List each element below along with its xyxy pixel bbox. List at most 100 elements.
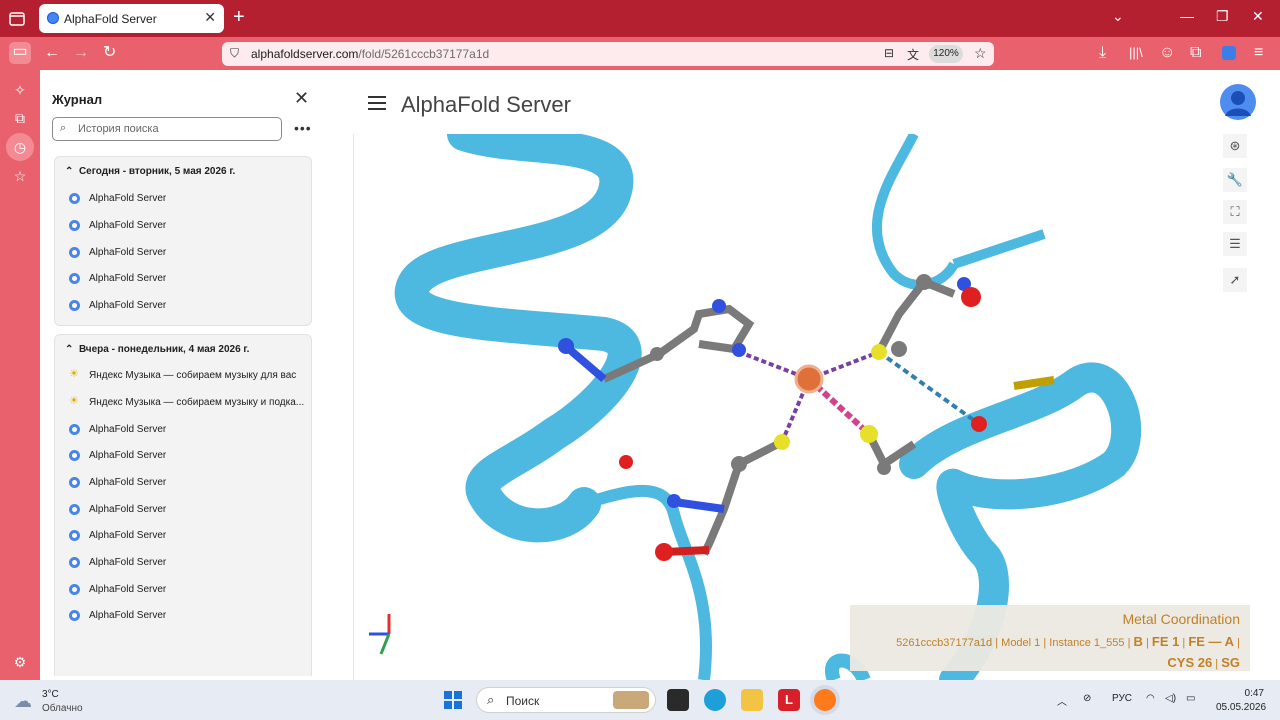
reader-view-icon[interactable]: ⊟ [884,46,894,60]
alphafold-favicon-icon [69,477,80,488]
tray-vpn-icon[interactable]: ⊘ [1083,693,1091,704]
bookmark-star-icon[interactable]: ☆ [974,45,987,62]
volume-icon[interactable]: ◁) [1165,693,1176,704]
oxygen-atom[interactable] [655,543,673,561]
extension-s-icon[interactable] [1222,46,1236,60]
alphafold-favicon-icon [69,193,80,204]
bookmarks-icon[interactable]: ☆ [10,166,30,186]
molecule-viewer[interactable]: ⊛ 🔧 ⛶ ☰ ➚ Metal Coordination 5261cccb371… [353,134,1261,680]
info-details: 5261cccb37177a1d | Model 1 | Instance 1_… [896,634,1240,670]
alphafold-favicon-icon [69,557,80,568]
alphafold-favicon-icon [69,450,80,461]
taskbar-search[interactable]: ⌕ Поиск [476,687,656,713]
history-group-yesterday: ⌃ Вчера - понедельник, 4 мая 2026 г. ☀ Ян… [54,334,312,676]
oxygen-atom[interactable] [961,287,981,307]
carbon-atom[interactable] [650,347,664,361]
alphafold-favicon-icon [69,220,80,231]
synced-tabs-icon[interactable]: ⧉ [10,108,30,128]
nitrogen-atom[interactable] [667,494,681,508]
select-cursor-icon[interactable]: ➚ [1223,268,1247,292]
url-text[interactable]: alphafoldserver.com/fold/5261cccb37177a1… [251,47,489,61]
history-group-today: ⌃ Сегодня - вторник, 5 мая 2026 г. Alpha… [54,156,312,326]
axes-gizmo-icon [369,614,391,655]
taskbar-app-firefox-icon[interactable] [814,689,836,711]
tab-list-chevron-icon[interactable]: ⌄ [1112,8,1124,25]
yandex-music-favicon-icon: ☀ [69,395,79,407]
nitrogen-atom[interactable] [712,299,726,313]
zoom-level-badge[interactable]: 120% [929,45,963,63]
sidebar-toggle-icon[interactable]: ▭ [9,42,31,64]
history-group-header[interactable]: ⌃ Вчера - понедельник, 4 мая 2026 г. [65,344,249,355]
taskbar-clock[interactable]: 0:47 05.05.2026 [1216,687,1266,715]
alphafold-favicon-icon [69,273,80,284]
forward-icon[interactable]: → [73,43,89,63]
nitrogen-atom[interactable] [732,343,746,357]
minimize-button[interactable]: — [1180,8,1194,24]
taskbar-app-edge-icon[interactable] [704,689,726,711]
taskbar-app-explorer-icon[interactable] [741,689,763,711]
clock-time: 0:47 [1244,688,1264,699]
tab-favicon-icon [47,12,59,24]
oxygen-atom[interactable] [971,416,987,432]
maximize-button[interactable]: ❐ [1216,8,1229,25]
sulfur-atom[interactable] [871,344,887,360]
history-close-icon[interactable]: ✕ [294,88,309,109]
close-window-button[interactable]: ✕ [1252,8,1264,25]
browser-tab[interactable]: AlphaFold Server ✕ [39,4,224,33]
oxygen-atom[interactable] [619,455,633,469]
taskbar-app-terminal-icon[interactable] [667,689,689,711]
address-bar[interactable]: ⛉ alphafoldserver.com/fold/5261cccb37177… [222,42,994,66]
downloads-icon[interactable]: ⤓ [1099,43,1106,63]
extensions-icon[interactable]: ⧉ [1190,43,1201,63]
reload-icon[interactable]: ↻ [103,43,116,63]
library-icon[interactable]: |||\ [1129,43,1143,63]
tab-close-icon[interactable]: ✕ [204,9,216,26]
menu-icon[interactable]: ≡ [1254,43,1263,63]
tab-overview-icon[interactable] [6,8,28,30]
alphafold-favicon-icon [69,424,80,435]
weather-temp: 3°C [42,689,59,700]
windows-taskbar: ☁ 3°C Облачно ⌕ Поиск L ︿ ⊘ РУС ◠ ◁) ▭ 0… [0,680,1280,720]
sulfur-atom[interactable] [860,425,878,443]
windows-start-icon[interactable] [444,691,462,709]
back-icon[interactable]: ← [44,43,60,63]
account-icon[interactable]: ☺ [1159,43,1175,63]
yandex-music-favicon-icon: ☀ [69,368,79,380]
settings-sliders-icon[interactable]: ☰ [1223,232,1247,256]
structure-canvas[interactable] [354,134,1261,680]
protein-ribbon [952,229,1046,269]
bond-nitrogen [566,345,607,383]
sulfur-atom[interactable] [774,434,790,450]
wifi-icon[interactable]: ◠ [1146,693,1155,704]
viewer-toolbar: ⊛ 🔧 ⛶ ☰ ➚ [1220,134,1250,294]
sidebar-settings-icon[interactable]: ⚙ [10,652,30,672]
user-avatar[interactable] [1220,84,1256,120]
new-tab-button[interactable]: + [233,7,245,27]
screenshot-icon[interactable]: ⊛ [1223,134,1247,158]
app-title: AlphaFold Server [401,92,571,117]
battery-icon[interactable]: ▭ [1186,693,1195,704]
carbon-atom[interactable] [877,461,891,475]
ai-chat-icon[interactable]: ✧ [10,80,30,100]
protein-ribbon [871,134,959,290]
translate-icon[interactable]: 文 [907,46,919,63]
fullscreen-icon[interactable]: ⛶ [1223,200,1247,224]
tray-language[interactable]: РУС [1112,693,1132,704]
site-security-icon[interactable]: ⛉ [230,46,239,61]
hamburger-menu-icon[interactable] [368,96,386,110]
iron-atom[interactable] [794,364,824,394]
wrench-icon[interactable]: 🔧 [1223,168,1247,192]
history-group-header[interactable]: ⌃ Сегодня - вторник, 5 мая 2026 г. [65,166,235,177]
tray-chevron-icon[interactable]: ︿ [1057,693,1067,708]
carbon-atom[interactable] [916,274,932,290]
nitrogen-atom[interactable] [558,338,574,354]
history-search-input[interactable]: ⌕ История поиска [52,117,282,141]
history-icon[interactable]: ◷ [6,133,34,161]
carbon-atom[interactable] [731,456,747,472]
history-search-placeholder: История поиска [78,123,159,135]
carbon-atom[interactable] [891,341,907,357]
weather-condition: Облачно [42,703,83,714]
alphafold-favicon-icon [69,610,80,621]
taskbar-app-l-icon[interactable]: L [778,689,800,711]
history-more-icon[interactable]: ••• [294,120,312,136]
